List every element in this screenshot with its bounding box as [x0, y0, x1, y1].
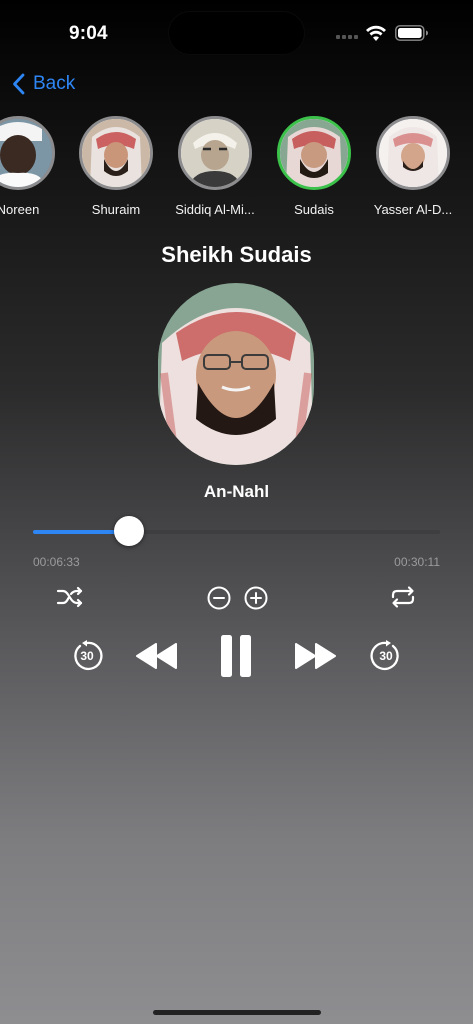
reciter-name: Noreen	[0, 202, 40, 217]
dynamic-island	[169, 12, 304, 54]
reciter-name: Siddiq Al-Mi...	[175, 202, 255, 217]
chevron-left-icon	[13, 73, 25, 95]
reciter-item-noreen[interactable]: Noreen	[0, 116, 68, 217]
reciter-item-shuraim[interactable]: Shuraim	[66, 116, 166, 217]
skip-back-30-button[interactable]: 30	[71, 640, 103, 672]
pause-button[interactable]	[219, 634, 255, 678]
reciter-name: Sudais	[294, 202, 334, 217]
reciter-avatar	[79, 116, 153, 190]
wifi-icon	[366, 25, 386, 41]
reciter-name: Yasser Al-D...	[373, 202, 453, 217]
fast-forward-button[interactable]	[294, 643, 336, 669]
reciter-avatar-selected	[277, 116, 351, 190]
plus-circle-icon	[244, 586, 268, 610]
repeat-button[interactable]	[389, 584, 417, 610]
skip-forward-30-button[interactable]: 30	[370, 640, 402, 672]
back-button[interactable]: Back	[12, 70, 75, 98]
fast-forward-icon	[295, 643, 336, 669]
back-label: Back	[33, 73, 76, 94]
home-indicator[interactable]	[153, 1010, 321, 1015]
total-duration: 00:30:11	[394, 555, 440, 569]
surah-name: An-Nahl	[203, 482, 270, 501]
reciter-item-siddiq-al-minshawi[interactable]: Siddiq Al-Mi...	[165, 116, 265, 217]
minus-circle-icon	[207, 586, 231, 610]
elapsed-time: 00:06:33	[33, 555, 80, 569]
shuffle-icon	[56, 586, 83, 608]
reciter-photo	[158, 283, 314, 465]
reciter-name: Shuraim	[91, 202, 141, 217]
shuffle-button[interactable]	[55, 584, 85, 610]
speed-decrease-button[interactable]	[206, 585, 232, 611]
repeat-icon	[391, 586, 415, 608]
skip-forward-seconds: 30	[379, 649, 393, 663]
progress-thumb[interactable]	[113, 516, 144, 546]
skip-back-seconds: 30	[80, 649, 94, 663]
reciter-avatar	[178, 116, 252, 190]
now-playing-title: Sheikh Sudais	[161, 242, 312, 267]
reciter-avatar	[0, 116, 55, 190]
reciter-item-yasser-al-dosari[interactable]: Yasser Al-D...	[363, 116, 463, 217]
battery-icon	[395, 25, 428, 41]
pause-icon	[221, 635, 251, 677]
rewind-icon	[136, 643, 177, 669]
reciter-item-sudais[interactable]: Sudais	[264, 116, 364, 217]
rewind-button[interactable]	[136, 643, 178, 669]
status-time: 9:04	[69, 23, 108, 44]
cellular-signal-icon	[336, 35, 358, 39]
reciter-avatar	[376, 116, 450, 190]
speed-increase-button[interactable]	[243, 585, 269, 611]
progress-slider[interactable]	[33, 516, 440, 546]
status-bar: 9:04	[0, 0, 473, 70]
